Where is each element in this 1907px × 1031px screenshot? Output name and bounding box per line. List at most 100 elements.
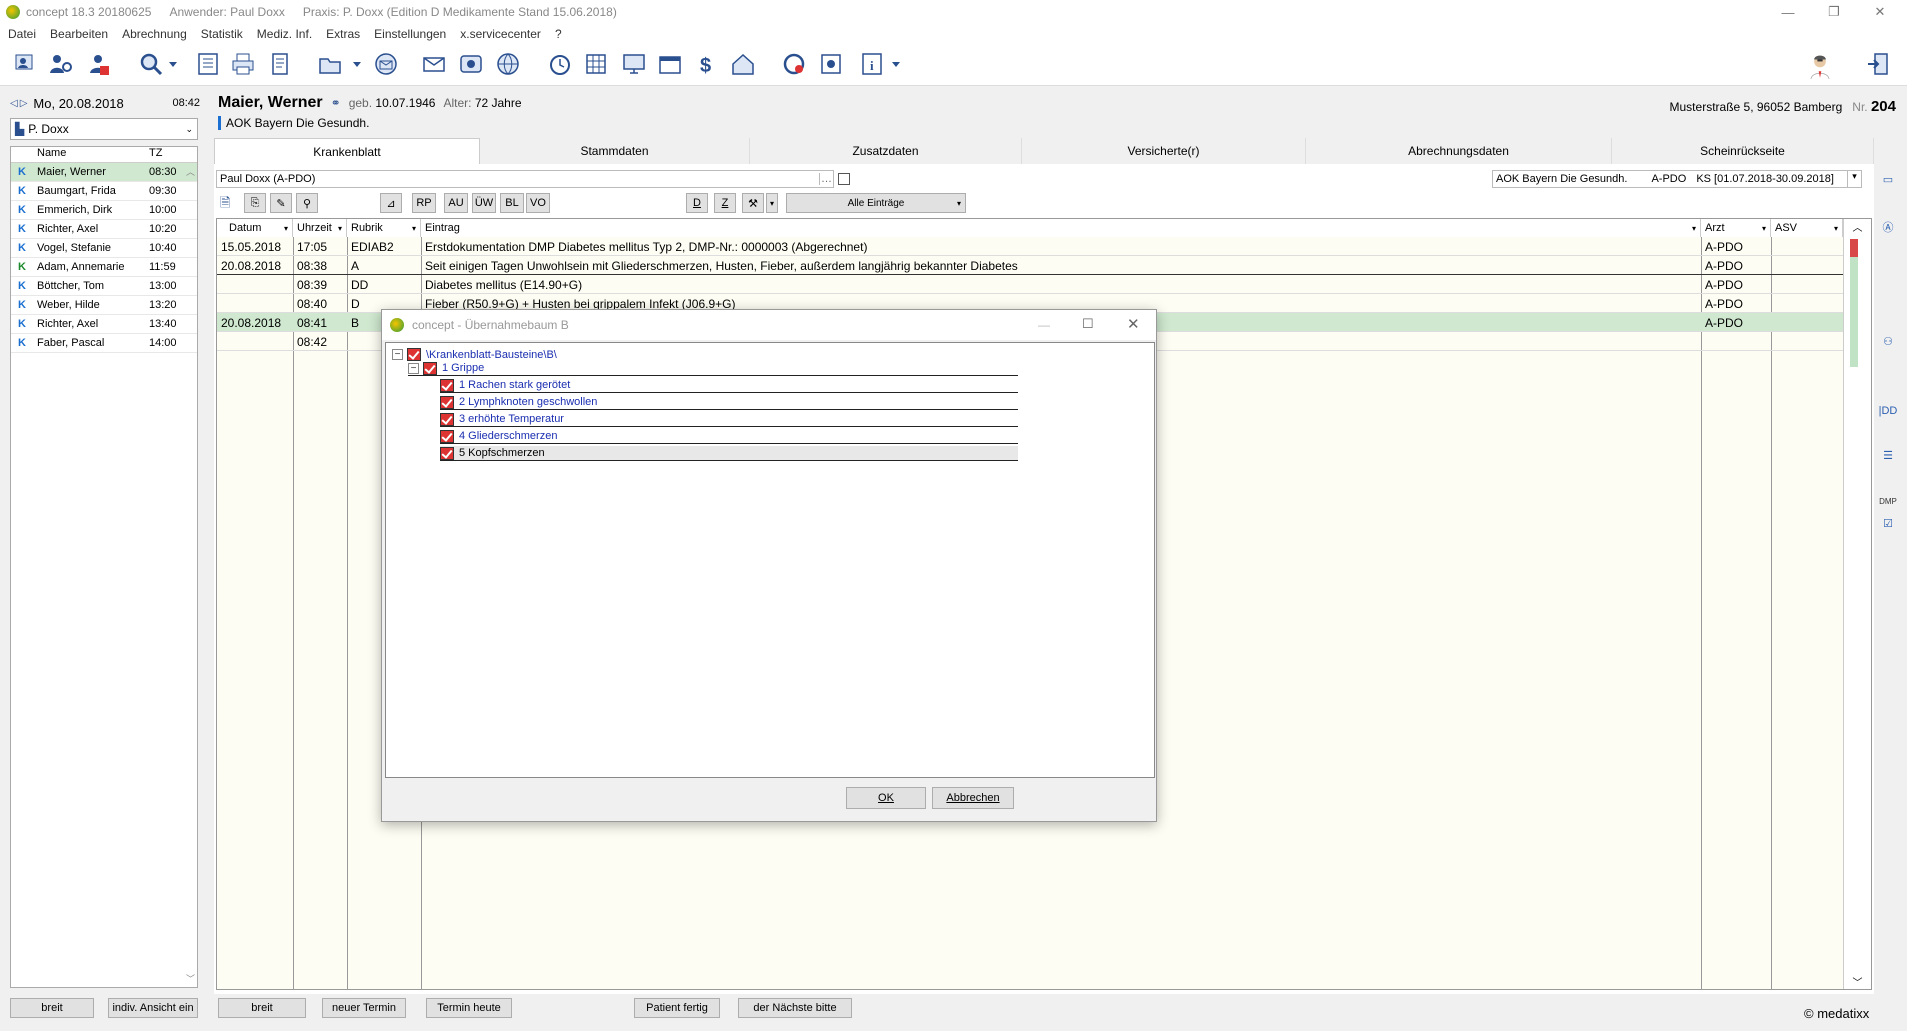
dialog-maximize-button[interactable]: ☐ — [1082, 316, 1094, 332]
au-button[interactable]: AU — [444, 193, 468, 213]
menu-bearbeiten[interactable]: Bearbeiten — [50, 27, 108, 41]
patient-fertig-button[interactable]: Patient fertig — [634, 998, 720, 1018]
collapse-icon[interactable]: − — [408, 362, 419, 374]
scroll-down-icon[interactable]: ﹀ — [186, 972, 195, 985]
dialog-close-button[interactable]: ✕ — [1127, 315, 1140, 333]
chart-icon[interactable]: ⊿ — [380, 193, 402, 213]
minimize-button[interactable]: — — [1765, 0, 1811, 24]
breit-button[interactable]: breit — [218, 998, 306, 1018]
card-icon[interactable]: ▭ — [1877, 170, 1899, 188]
tab-zusatzdaten[interactable]: Zusatzdaten — [750, 138, 1022, 164]
calendar-icon[interactable] — [654, 49, 686, 79]
insurance-select[interactable]: AOK Bayern Die Gesundh. A-PDO KS [01.07.… — [1492, 170, 1862, 188]
patient-row[interactable]: K Emmerich, Dirk 10:00 — [11, 201, 197, 220]
clock-icon[interactable] — [544, 49, 576, 79]
person-icon[interactable]: ⚇ — [1877, 332, 1899, 350]
checkbox-icon[interactable] — [440, 429, 454, 443]
dropdown-icon[interactable] — [166, 49, 180, 79]
indiv-ansicht-button[interactable]: indiv. Ansicht ein — [108, 998, 198, 1018]
tree-group-grippe[interactable]: − 1 Grippe — [408, 361, 1018, 376]
close-button[interactable]: ✕ — [1857, 0, 1903, 24]
col-asv[interactable]: ASV ▾ — [1771, 219, 1843, 237]
grid-scrollbar[interactable]: ︿ ﹀ — [1843, 219, 1871, 989]
house-icon[interactable] — [727, 49, 759, 79]
checkbox-icon[interactable] — [423, 361, 437, 375]
tree-item[interactable]: 3 erhöhte Temperatur — [440, 412, 1018, 427]
prev-day-icon[interactable]: ◁ — [10, 98, 18, 109]
tab-versicherter[interactable]: Versicherte(r) — [1022, 138, 1306, 164]
menu-datei[interactable]: Datei — [8, 27, 36, 41]
magnifier-icon[interactable] — [135, 49, 167, 79]
tools-icon[interactable]: ⚒ — [742, 193, 764, 213]
menu-help[interactable]: ? — [555, 27, 562, 41]
patient-row[interactable]: K Baumgart, Frida 09:30 — [11, 182, 197, 201]
document-icon[interactable] — [264, 49, 296, 79]
info-icon[interactable]: i — [856, 49, 888, 79]
dmp-icon[interactable]: DMP — [1877, 492, 1899, 510]
filter-icon[interactable]: ⚲ — [296, 193, 318, 213]
checklist-icon[interactable]: ☑ — [1877, 514, 1899, 532]
naechste-bitte-button[interactable]: der Nächste bitte — [738, 998, 852, 1018]
ok-button[interactable]: OK — [846, 787, 926, 809]
termin-heute-button[interactable]: Termin heute — [426, 998, 512, 1018]
network-icon[interactable] — [455, 49, 487, 79]
menu-statistik[interactable]: Statistik — [201, 27, 243, 41]
tab-abrechnungsdaten[interactable]: Abrechnungsdaten — [1306, 138, 1612, 164]
patient-row[interactable]: K Weber, Hilde 13:20 — [11, 296, 197, 315]
patient-row[interactable]: K Richter, Axel 10:20 — [11, 220, 197, 239]
restore-button[interactable]: ❐ — [1811, 0, 1857, 24]
doctor-field[interactable]: Paul Doxx (A-PDO) … — [216, 170, 834, 188]
mail-icon[interactable] — [370, 49, 402, 79]
copy-icon[interactable]: ⎘ — [244, 193, 266, 213]
table-row[interactable]: 20.08.2018 08:38 A Seit einigen Tagen Unwoh… — [217, 256, 1843, 275]
patient-row[interactable]: K Richter, Axel 13:40 — [11, 315, 197, 334]
folder-icon[interactable] — [314, 49, 346, 79]
patient-add-icon[interactable] — [82, 49, 114, 79]
patient-row[interactable]: K Vogel, Stefanie 10:40 — [11, 239, 197, 258]
checkbox-icon[interactable] — [440, 446, 454, 460]
new-entry-icon[interactable]: 🗎 — [220, 194, 240, 212]
dd-icon[interactable]: |DD — [1877, 402, 1899, 420]
document-a-icon[interactable]: Ⓐ — [1877, 218, 1899, 236]
envelope-icon[interactable] — [418, 49, 450, 79]
scroll-down-icon[interactable]: ﹀ — [1844, 974, 1871, 989]
breit-left-button[interactable]: breit — [10, 998, 94, 1018]
tab-krankenblatt[interactable]: Krankenblatt — [214, 138, 480, 164]
vo-button[interactable]: VO — [526, 193, 550, 213]
col-eintrag[interactable]: Eintrag ▾ — [421, 219, 1701, 237]
exit-icon[interactable] — [1862, 49, 1894, 79]
list-icon[interactable] — [192, 49, 224, 79]
col-arzt[interactable]: Arzt ▾ — [1701, 219, 1771, 237]
scroll-up-icon[interactable]: ︿ — [186, 165, 195, 178]
doctor-checkbox[interactable] — [838, 173, 850, 185]
patient-search-icon[interactable] — [10, 49, 42, 79]
doctor-avatar[interactable] — [1800, 46, 1840, 86]
d-button[interactable]: D — [686, 193, 708, 213]
table-row[interactable]: 08:39 DD Diabetes mellitus (E14.90+G) A-PDO — [217, 275, 1843, 294]
bl-button[interactable]: BL — [500, 193, 524, 213]
scroll-up-icon[interactable]: ︿ — [1844, 219, 1871, 235]
monitor-icon[interactable] — [618, 49, 650, 79]
refresh-icon[interactable] — [778, 49, 810, 79]
ellipsis-icon[interactable]: … — [819, 173, 833, 185]
dropdown-icon[interactable] — [350, 49, 364, 79]
checkbox-icon[interactable] — [407, 348, 421, 361]
globe-icon[interactable] — [492, 49, 524, 79]
tab-scheinrueckseite[interactable]: Scheinrückseite — [1612, 138, 1874, 164]
link-icon[interactable]: ⚭ — [331, 96, 341, 110]
tab-stammdaten[interactable]: Stammdaten — [480, 138, 750, 164]
col-tz[interactable]: TZ — [145, 147, 185, 162]
z-button[interactable]: Z — [714, 193, 736, 213]
col-rubrik[interactable]: Rubrik ▾ — [347, 219, 421, 237]
patient-row[interactable]: K Adam, Annemarie 11:59 — [11, 258, 197, 277]
col-name[interactable]: Name — [33, 147, 145, 162]
checkbox-icon[interactable] — [440, 395, 454, 409]
tree-item[interactable]: 5 Kopfschmerzen — [440, 446, 1018, 461]
tree-root[interactable]: − \Krankenblatt-Bausteine\B\ — [392, 347, 1152, 362]
tree-item[interactable]: 2 Lymphknoten geschwollen — [440, 395, 1018, 410]
menu-abrechnung[interactable]: Abrechnung — [122, 27, 187, 41]
patient-link-icon[interactable] — [45, 49, 77, 79]
user-select[interactable]: ▙ P. Doxx ⌄ — [10, 118, 198, 140]
menu-servicecenter[interactable]: x.servicecenter — [460, 27, 541, 41]
rp-button[interactable]: RP — [412, 193, 436, 213]
